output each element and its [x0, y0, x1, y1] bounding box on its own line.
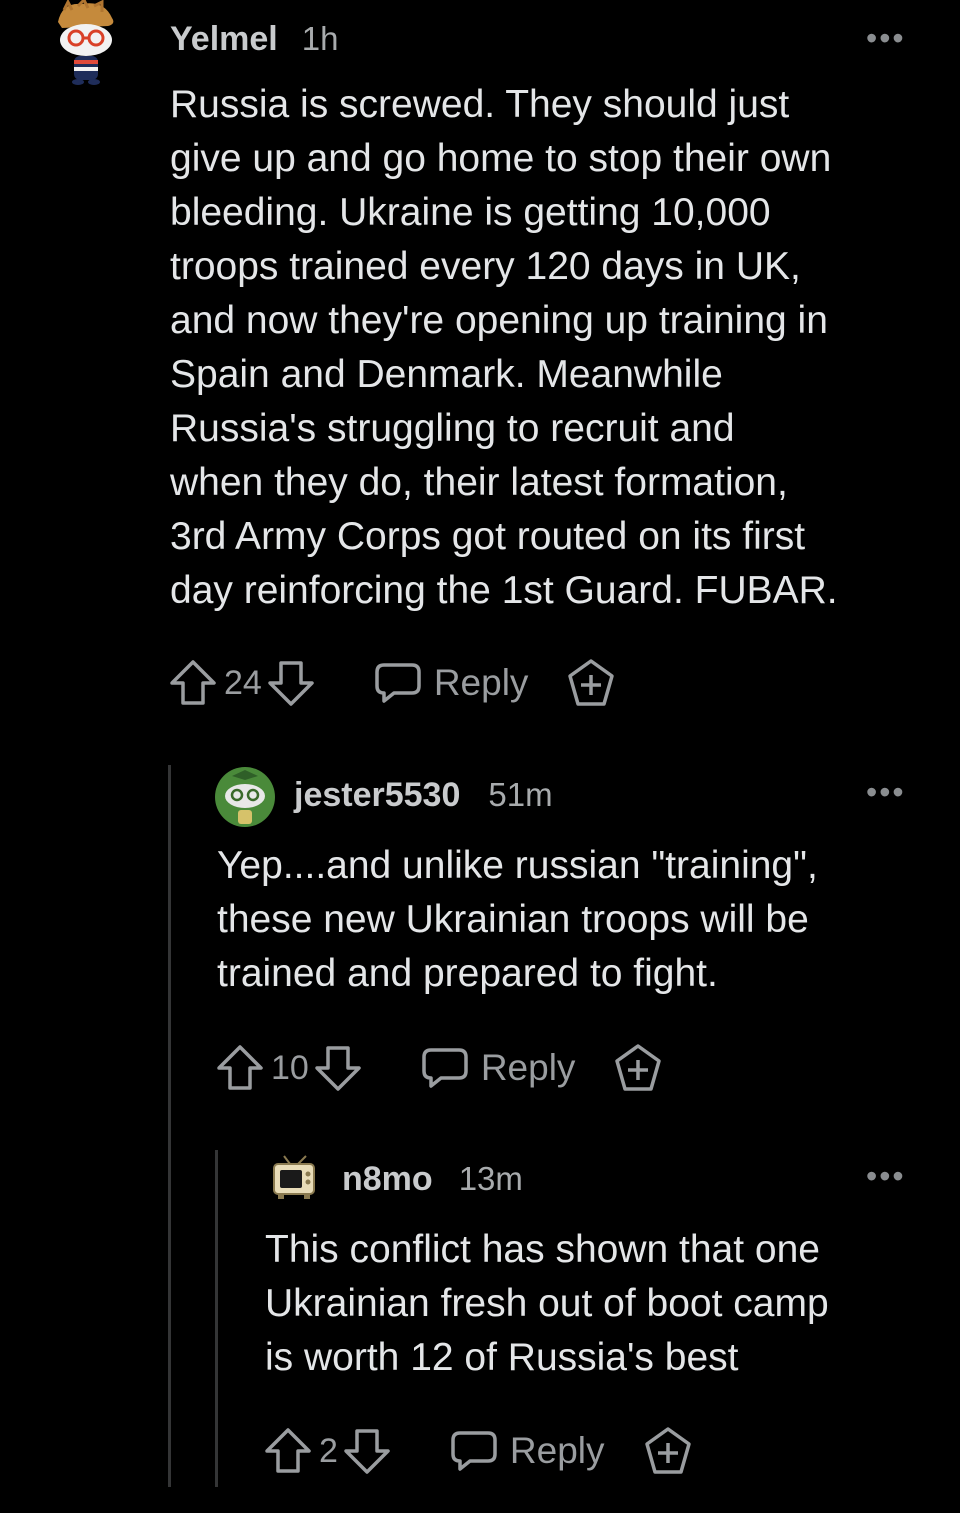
comment-username[interactable]: Yelmel: [170, 20, 278, 59]
arrow-down-icon[interactable]: [313, 1043, 363, 1093]
more-options-button[interactable]: •••: [866, 776, 906, 808]
comment-body: Yep....and unlike russian "training", th…: [217, 844, 818, 995]
comment-timestamp: 1h: [301, 20, 339, 57]
avatar-n8mo[interactable]: [270, 1154, 318, 1200]
chat-bubble-icon: [375, 663, 421, 703]
snoo-avatar-icon: [58, 0, 114, 85]
reply-label: Reply: [433, 662, 529, 703]
comment-timestamp: 51m: [488, 776, 553, 813]
reply-button[interactable]: Reply: [374, 661, 529, 705]
reply-button[interactable]: Reply: [421, 1046, 576, 1090]
more-dots-icon: •••: [866, 1158, 906, 1194]
reply-label: Reply: [509, 1430, 605, 1471]
more-dots-icon: •••: [866, 20, 906, 56]
award-button[interactable]: [566, 658, 616, 708]
award-button[interactable]: [613, 1043, 663, 1093]
award-plus-icon: [644, 1427, 691, 1474]
thread-line-level-2[interactable]: [215, 1150, 218, 1487]
vote-score: 2: [319, 1431, 338, 1470]
vote-score: 24: [224, 663, 262, 702]
reply-label: Reply: [480, 1047, 576, 1088]
arrow-up-icon[interactable]: [215, 1043, 265, 1093]
snoo-avatar-icon: [215, 767, 275, 827]
comment-body: This conflict has shown that one Ukraini…: [265, 1228, 829, 1379]
comment-actions: 10 Reply: [215, 1043, 663, 1093]
thread-line-level-1[interactable]: [168, 765, 171, 1487]
comment-username[interactable]: jester5530: [294, 776, 460, 815]
award-button[interactable]: [643, 1426, 693, 1476]
more-dots-icon: •••: [866, 774, 906, 810]
arrow-down-icon[interactable]: [266, 658, 316, 708]
award-plus-icon: [615, 1044, 662, 1091]
avatar-yelmel[interactable]: [48, 0, 124, 86]
comment-username[interactable]: n8mo: [342, 1160, 433, 1199]
chat-bubble-icon: [422, 1048, 468, 1088]
more-options-button[interactable]: •••: [866, 1160, 906, 1192]
arrow-up-icon[interactable]: [168, 658, 218, 708]
more-options-button[interactable]: •••: [866, 22, 906, 54]
comment-body: Russia is screwed. They should just give…: [170, 83, 838, 612]
arrow-up-icon[interactable]: [263, 1426, 313, 1476]
vote-score: 10: [271, 1048, 309, 1087]
comment-actions: 24 Reply: [168, 658, 616, 708]
arrow-down-icon[interactable]: [342, 1426, 392, 1476]
tv-avatar-icon: [273, 1155, 315, 1199]
chat-bubble-icon: [451, 1431, 497, 1471]
reply-button[interactable]: Reply: [450, 1429, 605, 1473]
avatar-jester5530[interactable]: [214, 766, 276, 828]
comment-actions: 2 Reply: [263, 1426, 693, 1476]
award-plus-icon: [568, 659, 615, 706]
comment-timestamp: 13m: [458, 1160, 523, 1197]
